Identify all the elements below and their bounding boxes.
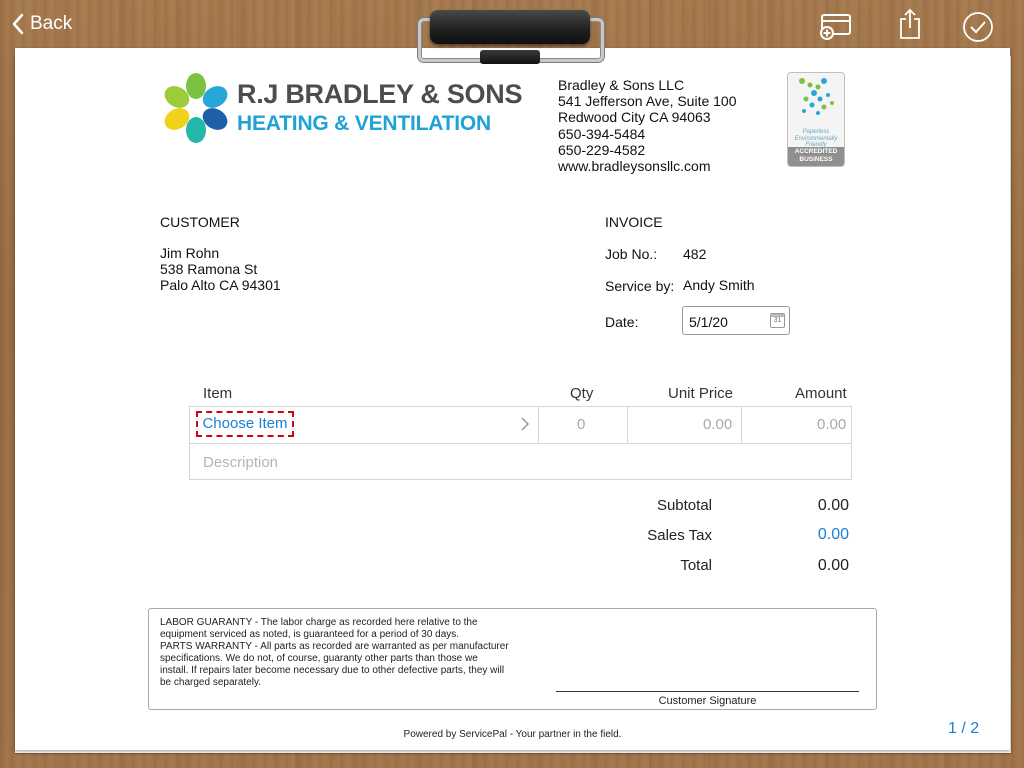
guarantee-line: be charged separately. [160, 677, 261, 688]
customer-heading: CUSTOMER [160, 214, 240, 230]
guarantee-line: LABOR GUARANTY - The labor charge as rec… [160, 617, 478, 628]
back-chevron-icon [12, 13, 24, 35]
qty-column-header: Qty [570, 385, 594, 402]
guarantee-box: LABOR GUARANTY - The labor charge as rec… [148, 608, 877, 710]
calendar-icon[interactable]: 31 [770, 313, 785, 328]
invoice-heading: INVOICE [605, 214, 663, 230]
item-column-header: Item [203, 385, 233, 402]
sales-tax-label: Sales Tax [647, 527, 712, 544]
footer-text: Powered by ServicePal - Your partner in … [403, 729, 622, 740]
back-label: Back [30, 13, 73, 34]
amount-column-header: Amount [795, 385, 847, 402]
page-indicator: 1 / 2 [948, 720, 980, 737]
chevron-right-icon[interactable] [521, 417, 530, 436]
company-phone: 650-229-4582 [558, 141, 646, 158]
customer-name: Jim Rohn [160, 245, 220, 261]
calendar-day: 31 [773, 317, 782, 324]
signature-line[interactable] [556, 691, 859, 692]
customer-address: Jim Rohn 538 Ramona St Palo Alto CA 9430… [160, 245, 281, 294]
company-name: Bradley & Sons LLC [558, 77, 685, 93]
choose-item-button[interactable]: Choose Item [196, 411, 294, 437]
share-icon[interactable] [898, 8, 922, 45]
unit-price-column-header: Unit Price [668, 385, 734, 402]
logo-pinwheel-icon [164, 73, 228, 143]
qty-field[interactable]: 0 [577, 416, 585, 433]
clipboard-clip [416, 6, 604, 68]
guarantee-text: LABOR GUARANTY - The labor charge as rec… [160, 617, 550, 689]
guarantee-line: equipment serviced as noted, is guarante… [160, 629, 460, 640]
customer-city: Palo Alto CA 94301 [160, 277, 281, 294]
company-website: www.bradleysonsllc.com [558, 158, 711, 175]
service-by-label: Service by: [605, 278, 675, 294]
guarantee-line: specifications. We do not, of course, gu… [160, 653, 478, 664]
company-logo [160, 72, 232, 144]
guarantee-line: install. If repairs later become necessa… [160, 665, 505, 676]
date-field[interactable]: 5/1/20 31 [682, 306, 790, 335]
checkmark-circle-icon[interactable] [962, 11, 994, 48]
add-card-icon[interactable] [818, 13, 852, 46]
dots-icon [799, 78, 834, 115]
amount-value: 0.00 [817, 416, 847, 433]
customer-street: 538 Ramona St [160, 261, 258, 278]
date-label: Date: [605, 314, 639, 330]
badge-label: ACCREDITED BUSINESS [788, 147, 844, 166]
subtotal-label: Subtotal [656, 497, 712, 514]
sales-tax-value[interactable]: 0.00 [769, 526, 849, 544]
total-label: Total [680, 557, 712, 574]
logo-subtitle: HEATING & VENTILATION [237, 112, 492, 135]
job-number-value: 482 [683, 246, 707, 262]
total-value: 0.00 [817, 557, 849, 574]
company-phone: 650-394-5484 [558, 125, 646, 142]
logo-title: R.J BRADLEY & SONS [237, 79, 523, 109]
signature-label: Customer Signature [658, 695, 757, 707]
description-input[interactable]: Description [203, 454, 278, 471]
date-value: 5/1/20 [689, 314, 728, 330]
accredited-badge: Paperless Environmentally Friendly ACCRE… [787, 72, 845, 167]
unit-price-field[interactable]: 0.00 [703, 416, 732, 433]
subtotal-value: 0.00 [817, 497, 849, 514]
company-info: Bradley & Sons LLC 541 Jefferson Ave, Su… [558, 77, 737, 174]
guarantee-line: PARTS WARRANTY - All parts as recorded a… [160, 641, 509, 652]
service-by-value[interactable]: Andy Smith [683, 277, 755, 293]
badge-text: Paperless Environmentally Friendly [794, 129, 838, 148]
job-number-label: Job No.: [605, 246, 658, 262]
company-city: Redwood City CA 94063 [558, 109, 711, 126]
company-street: 541 Jefferson Ave, Suite 100 [558, 93, 737, 110]
back-button[interactable]: Back [12, 13, 72, 35]
